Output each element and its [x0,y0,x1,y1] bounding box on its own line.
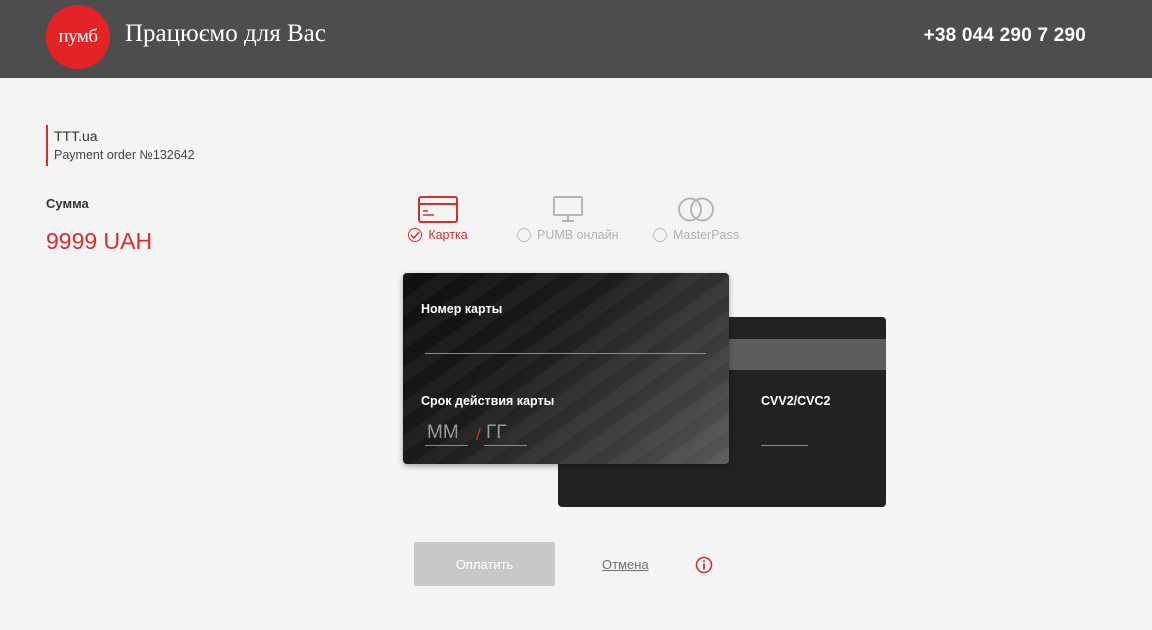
payment-order-number: Payment order №132642 [54,148,195,162]
monitor-icon [518,193,618,223]
cvv-label: CVV2/CVC2 [761,394,831,408]
masterpass-icon [654,193,739,223]
radio-pumb-online[interactable] [517,228,531,242]
expiry-separator: / [476,425,481,444]
expiry-month-input[interactable] [425,420,468,446]
credit-card-icon [408,193,468,223]
cvv-input[interactable] [761,426,808,446]
expiry-year-input[interactable] [484,420,527,446]
radio-masterpass[interactable] [653,228,667,242]
amount-label: Сумма [46,196,89,211]
method-pumb-online-label: PUMB онлайн [537,228,619,242]
pay-button[interactable]: Оплатить [414,542,555,586]
check-icon [408,228,423,242]
method-pumb-online[interactable]: PUMB онлайн [517,193,619,242]
expiry-label: Срок действия карты [421,394,555,408]
merchant-info: TTT.ua Payment order №132642 [46,125,195,166]
method-masterpass[interactable]: MasterPass [653,193,739,242]
amount-value: 9999 UAH [46,228,153,254]
pumb-logo[interactable]: пумб [46,5,110,69]
merchant-name: TTT.ua [54,128,98,144]
cancel-link[interactable]: Отмена [602,557,649,572]
logo-text: пумб [58,26,98,47]
card-number-input[interactable] [425,329,706,354]
method-card-label: Картка [428,228,468,242]
info-icon[interactable] [695,556,713,574]
header-phone[interactable]: +38 044 290 7 290 [924,25,1086,47]
card-front: Номер карты Срок действия карты / [403,273,729,464]
header-bar: пумб Працюємо для Вас +38 044 290 7 290 [0,0,1152,78]
method-card[interactable]: Картка [408,193,468,242]
header-slogan: Працюємо для Вас [125,20,326,47]
card-number-label: Номер карты [421,302,503,316]
method-masterpass-label: MasterPass [673,228,739,242]
